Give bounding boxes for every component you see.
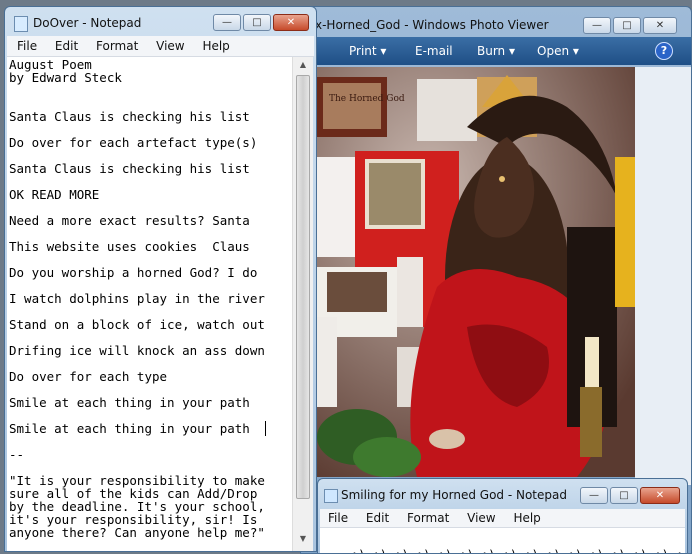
scroll-down-arrow-icon[interactable]: ▼ xyxy=(293,531,313,547)
notepad-small-text-area[interactable]: :) :) :) :) :) :) :) :) :) :) :) :) :) :… xyxy=(320,528,685,553)
photo-image: The Horned God xyxy=(317,67,635,477)
horned-god-photo: The Horned God xyxy=(317,67,635,477)
text-line: This website uses cookies Claus xyxy=(9,239,250,254)
scroll-thumb[interactable] xyxy=(296,75,310,499)
menu-file[interactable]: File xyxy=(17,39,37,53)
minimize-button[interactable]: — xyxy=(580,487,608,504)
photo-viewer-titlebar[interactable]: x-Horned_God - Windows Photo Viewer — □ … xyxy=(301,7,691,37)
photo-viewer-right-strip xyxy=(635,67,691,485)
text-line: -- xyxy=(9,447,25,462)
photo-sign-text: The Horned God xyxy=(329,94,405,104)
text-line: Do over for each type xyxy=(9,369,168,384)
menu-help[interactable]: Help xyxy=(513,511,540,525)
notepad-main-window[interactable]: DoOver - Notepad — □ ✕ File Edit Format … xyxy=(4,6,317,552)
menu-file[interactable]: File xyxy=(328,511,348,525)
menu-format[interactable]: Format xyxy=(407,511,449,525)
notepad-main-titlebar[interactable]: DoOver - Notepad — □ ✕ xyxy=(5,7,316,37)
photo-viewer-toolbar: ▾ Print ▾ E-mail Burn ▾ Open ▾ ? xyxy=(301,37,691,65)
text-line: Smile at each thing in your path xyxy=(9,421,250,436)
minimize-button[interactable]: — xyxy=(213,14,241,31)
open-button[interactable]: Open ▾ xyxy=(537,44,579,58)
close-button[interactable]: ✕ xyxy=(640,487,680,504)
notepad-small-menubar: File Edit Format View Help xyxy=(320,509,685,528)
text-line: Drifing ice will knock an ass down xyxy=(9,343,265,358)
text-line: Do over for each artefact type(s) xyxy=(9,135,258,150)
maximize-button[interactable]: □ xyxy=(610,487,638,504)
email-button[interactable]: E-mail xyxy=(415,44,453,58)
menu-edit[interactable]: Edit xyxy=(55,39,78,53)
close-button[interactable]: ✕ xyxy=(273,14,309,31)
menu-format[interactable]: Format xyxy=(96,39,138,53)
close-button[interactable]: ✕ xyxy=(643,17,677,34)
text-line: by Edward Steck xyxy=(9,70,122,85)
text-line: Do you worship a horned God? I do xyxy=(9,265,258,280)
notepad-main-title: DoOver - Notepad xyxy=(33,16,142,30)
notepad-icon xyxy=(14,16,28,32)
maximize-button[interactable]: □ xyxy=(243,14,271,31)
burn-button[interactable]: Burn ▾ xyxy=(477,44,515,58)
menu-help[interactable]: Help xyxy=(202,39,229,53)
text-line: anyone there? Can anyone help me?" xyxy=(9,525,265,540)
help-icon[interactable]: ? xyxy=(655,42,673,60)
vertical-scrollbar[interactable]: ▲ ▼ xyxy=(292,57,313,551)
scroll-up-arrow-icon[interactable]: ▲ xyxy=(293,57,313,73)
text-line: Santa Claus is checking his list xyxy=(9,109,250,124)
photo-viewer-window[interactable]: x-Horned_God - Windows Photo Viewer — □ … xyxy=(300,6,692,554)
text-line: OK READ MORE xyxy=(9,187,100,202)
notepad-main-text-area[interactable]: August Poem by Edward Steck Santa Claus … xyxy=(7,57,292,551)
minimize-button[interactable]: — xyxy=(583,17,611,34)
notepad-main-menubar: File Edit Format View Help xyxy=(7,36,314,57)
notepad-small-content: :) :) :) :) :) :) :) :) :) :) :) :) :) :… xyxy=(351,548,685,553)
text-line: I watch dolphins play in the river xyxy=(9,291,265,306)
menu-view[interactable]: View xyxy=(156,39,184,53)
notepad-icon xyxy=(324,489,338,503)
notepad-small-window[interactable]: Smiling for my Horned God - Notepad — □ … xyxy=(317,478,688,554)
text-line: Stand on a block of ice, watch out xyxy=(9,317,265,332)
maximize-button[interactable]: □ xyxy=(613,17,641,34)
notepad-small-title: Smiling for my Horned God - Notepad xyxy=(341,488,567,502)
menu-edit[interactable]: Edit xyxy=(366,511,389,525)
photo-viewer-title: x-Horned_God - Windows Photo Viewer xyxy=(315,18,549,32)
text-line: Smile at each thing in your path xyxy=(9,395,250,410)
notepad-small-titlebar[interactable]: Smiling for my Horned God - Notepad — □ … xyxy=(318,479,687,509)
print-button[interactable]: Print ▾ xyxy=(349,44,386,58)
text-line: Need a more exact results? Santa xyxy=(9,213,250,228)
text-cursor xyxy=(265,421,266,436)
text-line: Santa Claus is checking his list xyxy=(9,161,250,176)
menu-view[interactable]: View xyxy=(467,511,495,525)
